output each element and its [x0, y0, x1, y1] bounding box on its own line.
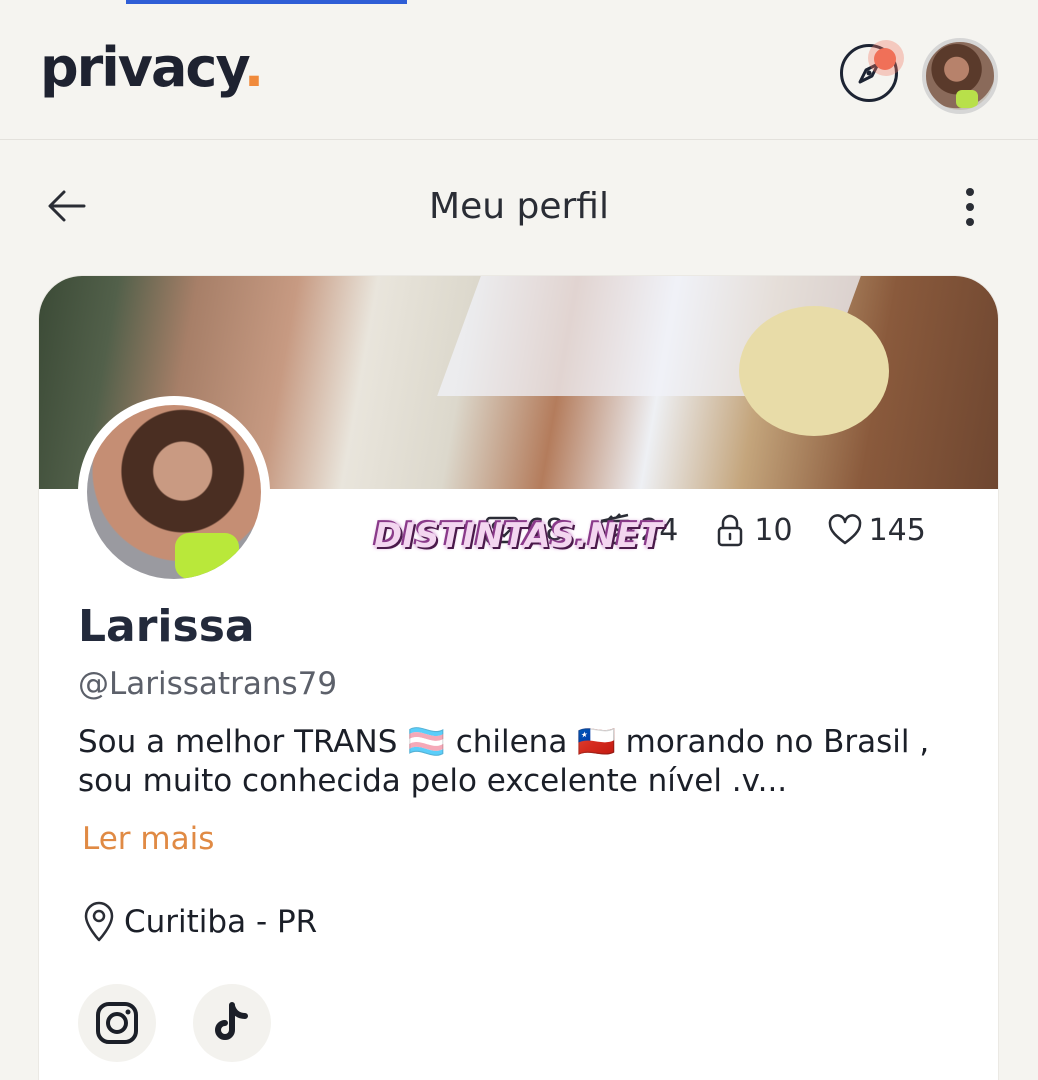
- instagram-button[interactable]: [78, 984, 156, 1062]
- instagram-icon: [96, 1002, 138, 1044]
- lock-icon: [718, 514, 743, 547]
- map-pin-icon: [84, 901, 114, 942]
- heart-icon: [828, 514, 861, 545]
- stat-locked[interactable]: 10: [712, 512, 793, 548]
- location-text: Curitiba - PR: [124, 904, 318, 940]
- stat-likes-count: 145: [868, 512, 926, 548]
- top-bar: privacy.: [0, 4, 1038, 140]
- profile-name: Larissa: [78, 601, 255, 652]
- tiktok-icon: [215, 1002, 248, 1040]
- page-header: Meu perfil: [0, 170, 1038, 242]
- stat-likes[interactable]: 145: [827, 512, 926, 548]
- profile-avatar[interactable]: [78, 396, 270, 588]
- tiktok-button[interactable]: [193, 984, 271, 1062]
- read-more-link[interactable]: Ler mais: [82, 821, 214, 857]
- profile-card: 68 24 10 145 DISTINTAS.NET Larissa @Lari…: [38, 275, 999, 1080]
- privacy-logo[interactable]: privacy.: [40, 36, 264, 99]
- profile-bio: Sou a melhor TRANS 🏳️‍⚧️ chilena 🇨🇱 mora…: [78, 724, 930, 799]
- profile-photo: [87, 405, 261, 579]
- stat-locked-count: 10: [754, 512, 793, 548]
- profile-handle: @Larissatrans79: [78, 666, 338, 702]
- profile-location: Curitiba - PR: [82, 901, 317, 943]
- watermark: DISTINTAS.NET: [374, 516, 663, 556]
- notification-dot: [868, 40, 904, 76]
- account-avatar[interactable]: [922, 38, 998, 114]
- more-options-button[interactable]: [955, 184, 985, 230]
- page-title: Meu perfil: [429, 186, 609, 227]
- more-vertical-icon: [966, 188, 974, 226]
